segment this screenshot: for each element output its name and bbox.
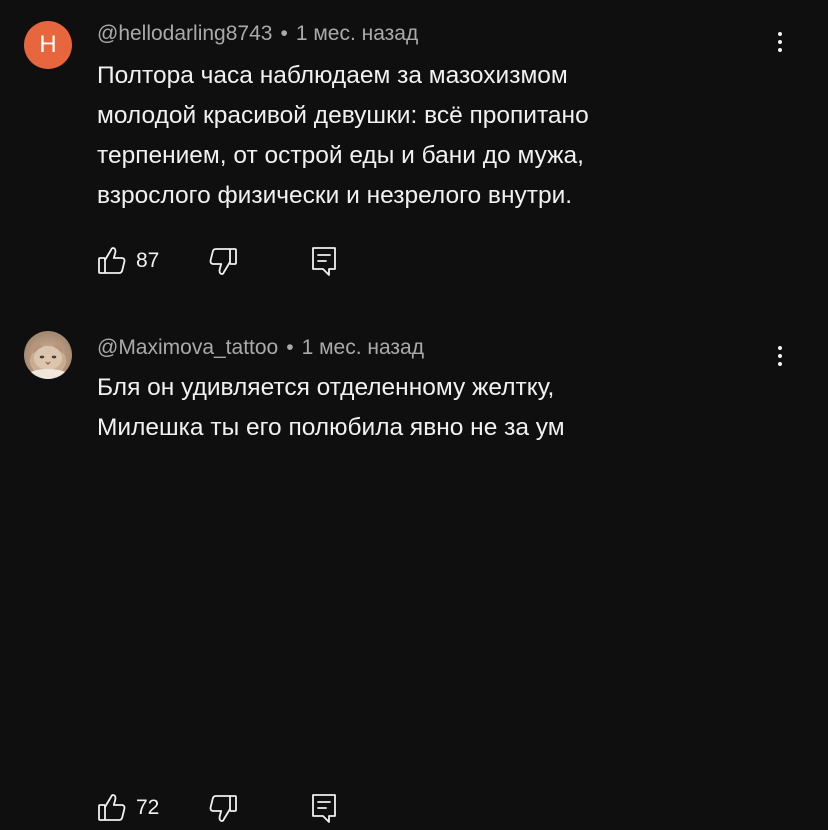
meta-separator: •: [280, 22, 288, 45]
comment-meta: @hellodarling8743 • 1 мес. назад: [97, 20, 418, 48]
reply-icon[interactable]: [310, 790, 338, 826]
thumb-down-icon[interactable]: [206, 243, 240, 279]
comment-text-line: взрослого физически и незрелого внутри.: [97, 182, 573, 209]
author-name[interactable]: @hellodarling8743: [97, 22, 272, 46]
thumb-down-icon[interactable]: [206, 790, 240, 826]
comment-text: Бля он удивляется отделенному желтку, Ми…: [97, 368, 737, 448]
like-count: 87: [136, 249, 160, 272]
like-count: 72: [136, 796, 160, 819]
comment-text: Полтора часа наблюдаем за мазохизмом мол…: [97, 56, 737, 216]
avatar-letter: H: [39, 31, 57, 58]
comment-time[interactable]: 1 мес. назад: [296, 22, 418, 46]
comment-text-line: терпением, от острой еды и бани до мужа,: [97, 142, 584, 169]
avatar[interactable]: [24, 331, 72, 379]
meta-separator: •: [286, 336, 294, 359]
comment-meta: @Maximova_tattoo • 1 мес. назад: [97, 334, 424, 362]
reply-icon[interactable]: [310, 243, 338, 279]
comment-text-line: Полтора часа наблюдаем за мазохизмом: [97, 62, 568, 89]
comment-text-line: молодой красивой девушки: всё пропитано: [97, 102, 589, 129]
more-vert-icon[interactable]: [766, 338, 794, 374]
more-vert-icon[interactable]: [766, 24, 794, 60]
comment-time[interactable]: 1 мес. назад: [302, 336, 424, 360]
thumb-up-icon[interactable]: [96, 790, 128, 826]
avatar[interactable]: H: [24, 21, 72, 69]
cat-photo-icon: [28, 340, 68, 379]
author-name[interactable]: @Maximova_tattoo: [97, 336, 278, 360]
comment-text-line: Бля он удивляется отделенному желтку,: [97, 374, 555, 401]
thumb-up-icon[interactable]: [96, 243, 128, 279]
comment-text-line: Милешка ты его полюбила явно не за ум: [97, 414, 565, 441]
